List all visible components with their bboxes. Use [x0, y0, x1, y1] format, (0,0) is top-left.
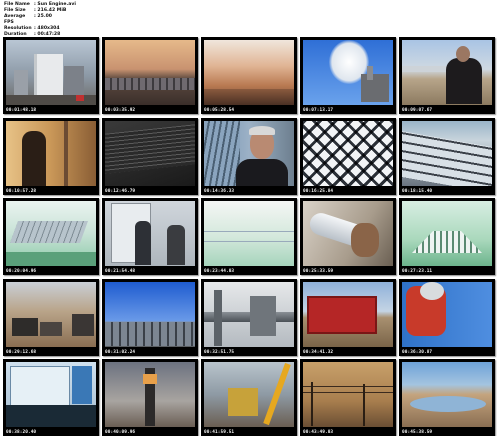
thumbnail-timestamp: 00:25:33.59	[303, 269, 334, 274]
video-thumbnail: 00:34:41.32	[300, 278, 396, 356]
thumbnail-timestamp: 00:03:35.92	[105, 108, 136, 113]
thumbnail-timestamp: 00:34:41.32	[303, 349, 334, 355]
video-thumbnail: 00:14:36.33	[201, 117, 297, 195]
thumbnail-frame-hazy-sunrise	[204, 40, 294, 105]
thumbnail-timestamp: 00:36:30.87	[402, 349, 433, 355]
video-thumbnail: 00:05:28.54	[201, 37, 297, 114]
video-thumbnail: 00:40:09.96	[102, 359, 198, 436]
thumbnail-timestamp: 00:38:20.40	[6, 430, 37, 435]
video-thumbnail: 00:12:46.79	[102, 117, 198, 195]
thumbnail-frame-worker-silhouette	[6, 120, 96, 186]
thumbnail-timestamp: 00:09:07.67	[402, 108, 433, 113]
fps-label: Average FPS	[4, 14, 26, 25]
thumbnail-timestamp: 00:23:44.03	[204, 269, 235, 274]
thumbnail-frame-people-at-mirror	[105, 201, 195, 266]
thumbnail-frame-lake-hills	[402, 362, 492, 427]
video-thumbnail: 00:03:35.92	[102, 37, 198, 114]
thumbnail-timestamp: 00:10:57.28	[6, 188, 37, 194]
video-thumbnail: 00:41:59.51	[201, 359, 297, 436]
thumbnail-frame-desert-wires	[303, 362, 393, 427]
thumbnail-frame-construction-crane	[204, 362, 294, 427]
fps-value: : 25.00	[34, 14, 52, 19]
video-thumbnail: 00:21:54.48	[102, 198, 198, 275]
thumbnail-frame-hand-tube	[303, 201, 393, 266]
thumbnail-timestamp: 00:07:13.17	[303, 108, 334, 113]
video-thumbnail: 00:43:49.03	[300, 359, 396, 436]
video-thumbnail: 00:31:02.24	[102, 278, 198, 356]
thumbnail-frame-3d-fresnel-render	[402, 201, 492, 266]
thumbnail-timestamp: 00:43:49.03	[303, 430, 334, 435]
thumbnail-frame-man-in-desert	[402, 40, 492, 105]
video-thumbnail: 00:45:38.59	[399, 359, 495, 436]
thumbnail-timestamp: 00:20:04.96	[6, 269, 37, 274]
thumbnail-grid: 00:01:48.18 00:03:35.92 00:05:28.54 00:0…	[3, 37, 497, 436]
thumbnail-timestamp: 00:45:38.59	[402, 430, 433, 435]
video-thumbnail: 00:10:57.28	[3, 117, 99, 195]
thumbnail-frame-trough-mirrors	[402, 120, 492, 186]
thumbnail-frame-dark-panel-closeup	[105, 120, 195, 186]
video-thumbnail: 00:01:48.18	[3, 37, 99, 114]
video-thumbnail: 00:36:30.87	[399, 278, 495, 356]
thumbnail-timestamp: 00:40:09.96	[105, 430, 136, 435]
thumbnail-frame-trucks-desert	[6, 281, 96, 347]
thumbnail-timestamp: 00:05:28.54	[204, 108, 235, 113]
fps-row: Average FPS : 25.00	[4, 14, 76, 26]
thumbnail-frame-interview-man	[204, 120, 294, 186]
thumbnail-timestamp: 00:01:48.18	[6, 108, 37, 113]
thumbnail-frame-red-machine	[402, 281, 492, 347]
video-thumbnail: 00:09:07.67	[399, 37, 495, 114]
video-thumbnail: 00:23:44.03	[201, 198, 297, 275]
video-thumbnail: 00:16:25.84	[300, 117, 396, 195]
thumbnail-timestamp: 00:29:12.68	[6, 349, 37, 355]
thumbnail-frame-solar-tower	[105, 362, 195, 427]
video-thumbnail: 00:20:04.96	[3, 198, 99, 275]
thumbnail-frame-power-plant-steam	[303, 40, 393, 105]
video-thumbnail: 00:18:15.40	[399, 117, 495, 195]
video-thumbnail: 00:32:51.75	[201, 278, 297, 356]
thumbnail-timestamp: 00:12:46.79	[105, 188, 136, 194]
thumbnail-timestamp: 00:31:02.24	[105, 349, 136, 355]
video-thumbnail: 00:27:23.11	[399, 198, 495, 275]
thumbnail-frame-control-panel	[6, 362, 96, 427]
video-thumbnail: 00:38:20.40	[3, 359, 99, 436]
video-thumbnail: 00:07:13.17	[300, 37, 396, 114]
thumbnail-frame-city-buildings	[6, 40, 96, 105]
thumbnail-frame-green-sky-render	[204, 201, 294, 266]
thumbnail-frame-blue-sky-field	[105, 281, 195, 347]
thumbnail-frame-3d-trough-render	[6, 201, 96, 266]
thumbnail-timestamp: 00:16:25.84	[303, 188, 334, 194]
thumbnail-frame-desert-solar-field	[105, 40, 195, 105]
thumbnail-frame-red-building	[303, 281, 393, 347]
thumbnail-timestamp: 00:32:51.75	[204, 349, 235, 355]
video-thumbnail: 00:29:12.68	[3, 278, 99, 356]
video-thumbnail: 00:25:33.59	[300, 198, 396, 275]
thumbnail-timestamp: 00:21:54.48	[105, 269, 136, 274]
thumbnail-timestamp: 00:41:59.51	[204, 430, 235, 435]
thumbnail-frame-heliostat-array	[303, 120, 393, 186]
thumbnail-frame-industrial-pipes	[204, 281, 294, 347]
thumbnail-timestamp: 00:14:36.33	[204, 188, 235, 194]
thumbnail-timestamp: 00:27:23.11	[402, 269, 433, 274]
thumbnail-timestamp: 00:18:15.40	[402, 188, 433, 194]
file-info-header: File Name : Sun Engine.avi File Size : 2…	[4, 2, 76, 38]
